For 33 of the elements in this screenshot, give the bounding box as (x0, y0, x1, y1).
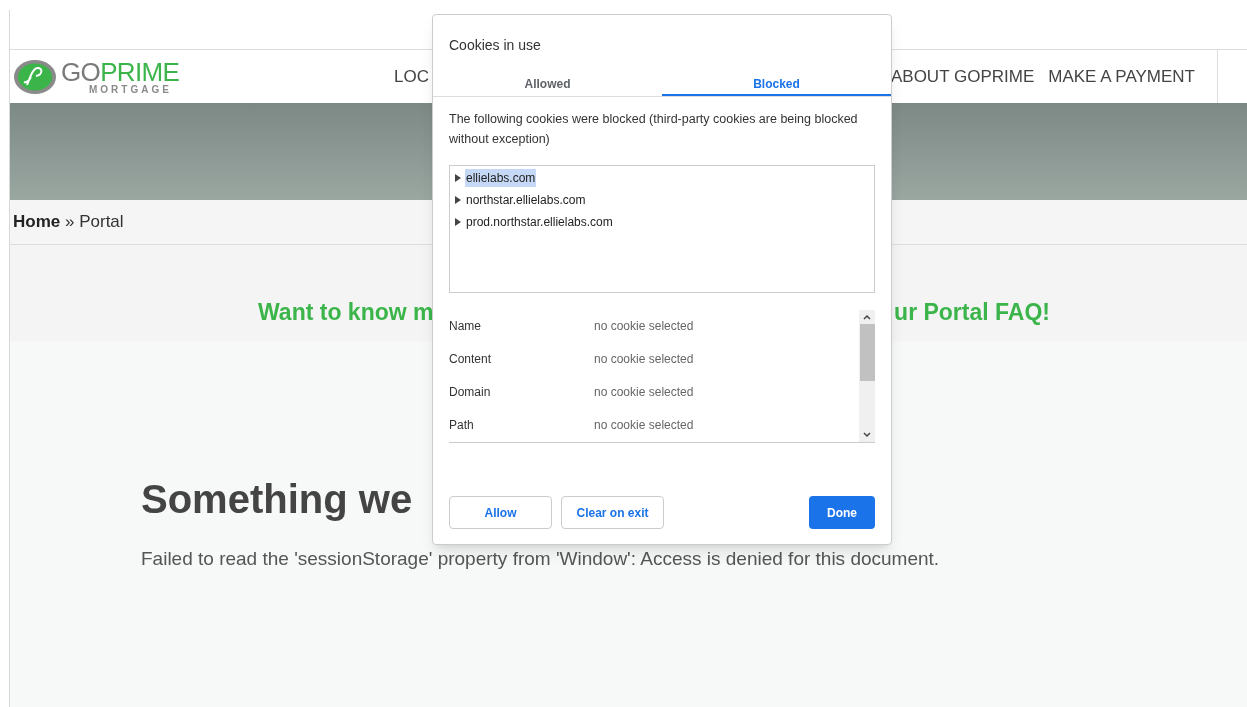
expand-arrow-icon[interactable] (455, 174, 461, 182)
expand-arrow-icon[interactable] (455, 218, 461, 226)
tab[interactable]: Blocked (662, 74, 891, 96)
detail-label: Name (449, 319, 482, 334)
description-text: The following cookies were blocked (third-party cookies are being blocked without exception) (449, 111, 859, 148)
detail-value: no cookie selected (594, 319, 694, 334)
dialog-button[interactable]: Clear on exit (561, 496, 664, 529)
detail-label: Content (449, 352, 493, 367)
nav-link[interactable]: LOC (394, 63, 429, 90)
scrollbar[interactable] (859, 310, 875, 442)
faq-banner-text: ur Portal FAQ! (894, 297, 1050, 327)
detail-value: no cookie selected (594, 352, 694, 367)
detail-label: Path (449, 418, 475, 433)
tree-item[interactable]: ellielabs.com (465, 169, 537, 187)
detail-value: no cookie selected (594, 418, 694, 433)
detail-label: Domain (449, 385, 492, 400)
logo-wordmark: GOPRIME (61, 58, 180, 85)
done-button[interactable]: Done (809, 496, 875, 529)
nav-link[interactable]: ABOUT GOPRIME (890, 63, 1035, 90)
dialog-title: Cookies in use (449, 36, 542, 55)
nav-link[interactable]: MAKE A PAYMENT (1048, 63, 1195, 90)
logo-tagline: MORTGAGE (89, 84, 173, 95)
error-message: Failed to read the 'sessionStorage' property from 'Window': Access is denied for this document. (141, 547, 940, 571)
expand-arrow-icon[interactable] (455, 196, 461, 204)
error-title: Something we (141, 479, 413, 519)
tree-item[interactable]: prod.northstar.ellielabs.com (465, 213, 614, 231)
tab[interactable]: Allowed (433, 74, 662, 96)
tree-item[interactable]: northstar.ellielabs.com (465, 191, 587, 209)
dialog-button[interactable]: Allow (449, 496, 552, 529)
faq-banner-text: Want to know m (258, 297, 434, 327)
breadcrumb: Home » Portal (13, 211, 124, 234)
detail-value: no cookie selected (594, 385, 694, 400)
logo-icon (13, 58, 57, 95)
